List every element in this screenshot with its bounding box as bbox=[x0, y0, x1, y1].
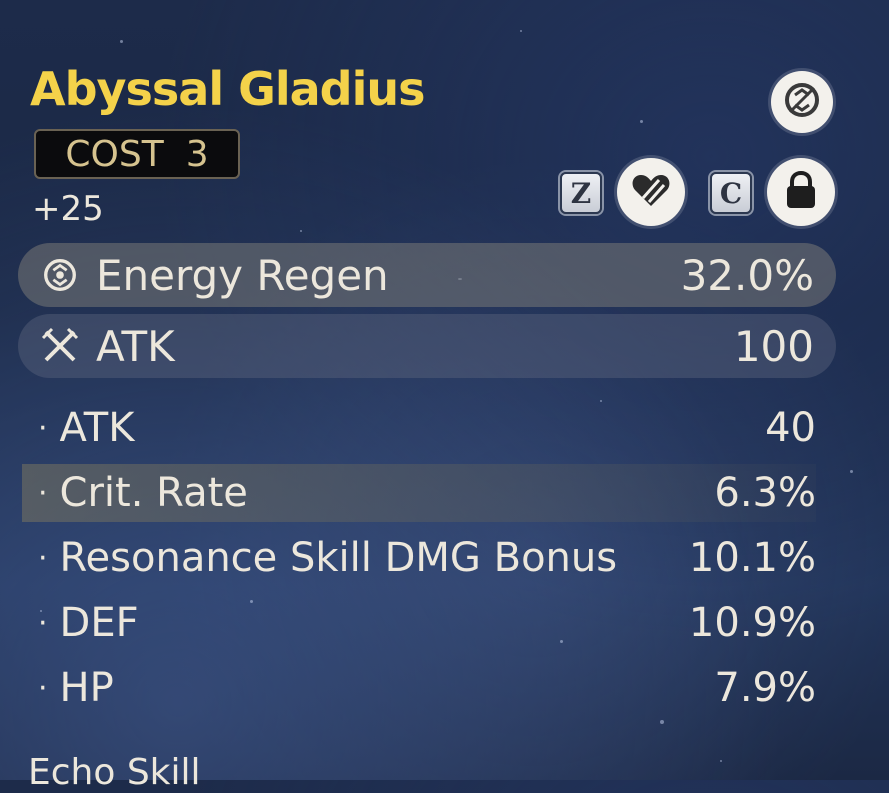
discard-hotkey: Z bbox=[560, 172, 602, 214]
lock-button[interactable] bbox=[767, 158, 835, 226]
lock-icon bbox=[783, 170, 819, 214]
sub-stat-row: · HP 7.9% bbox=[38, 665, 816, 711]
sub-stat-name: ATK bbox=[59, 405, 135, 451]
sub-stat-value: 40 bbox=[765, 405, 816, 451]
sub-stat-row: · DEF 10.9% bbox=[38, 600, 816, 646]
energy-regen-filter-button[interactable] bbox=[771, 71, 833, 133]
lock-hotkey: C bbox=[710, 172, 752, 214]
atk-swords-icon bbox=[38, 324, 82, 368]
cost-value: 3 bbox=[185, 133, 209, 175]
echo-skill-heading: Echo Skill bbox=[28, 752, 201, 793]
sub-stat-name: Resonance Skill DMG Bonus bbox=[59, 535, 618, 581]
sub-stat-row-highlighted: · Crit. Rate 6.3% bbox=[22, 464, 816, 522]
main-stat-value: 100 bbox=[733, 321, 814, 371]
sub-stat-row: · Resonance Skill DMG Bonus 10.1% bbox=[38, 535, 816, 581]
discard-button[interactable] bbox=[617, 158, 685, 226]
echo-level: +25 bbox=[32, 189, 104, 229]
sub-stat-value: 10.9% bbox=[688, 600, 816, 646]
sub-stat-value: 6.3% bbox=[714, 470, 816, 516]
broken-heart-icon bbox=[629, 168, 673, 216]
sub-stat-value: 10.1% bbox=[688, 535, 816, 581]
echo-name: Abyssal Gladius bbox=[30, 62, 425, 116]
energy-regen-icon bbox=[781, 79, 823, 125]
sub-stat-name: Crit. Rate bbox=[59, 470, 248, 516]
sub-stat-row: · ATK 40 bbox=[38, 405, 816, 451]
cost-badge: COST 3 bbox=[34, 129, 240, 179]
energy-regen-icon bbox=[38, 253, 82, 297]
sub-stat-name: DEF bbox=[59, 600, 139, 646]
main-stat-name: ATK bbox=[96, 321, 175, 371]
main-stat-atk: ATK 100 bbox=[18, 314, 836, 378]
sub-stat-name: HP bbox=[59, 665, 114, 711]
main-stat-name: Energy Regen bbox=[96, 250, 389, 300]
sub-stat-value: 7.9% bbox=[714, 665, 816, 711]
cost-label: COST bbox=[65, 133, 164, 175]
main-stat-value: 32.0% bbox=[680, 250, 814, 300]
main-stat-energy-regen: Energy Regen 32.0% bbox=[18, 243, 836, 307]
